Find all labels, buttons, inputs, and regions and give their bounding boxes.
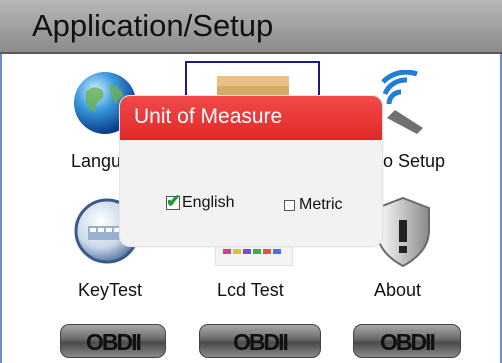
metric-checkbox[interactable] — [284, 199, 295, 211]
obd-button-2[interactable]: OBDII — [199, 324, 321, 358]
checkmark-icon: ✔ — [166, 191, 182, 211]
english-label: English — [182, 194, 235, 211]
unit-of-measure-dialog: Unit of Measure ✔ English Metric — [120, 96, 382, 246]
keytest-label: KeyTest — [78, 280, 143, 300]
lcd-test-label: Lcd Test — [217, 280, 284, 300]
title-bar: Application/Setup — [0, 0, 502, 54]
english-checkbox[interactable]: ✔ — [166, 191, 181, 211]
lcd-icon[interactable] — [214, 243, 294, 271]
dialog-title: Unit of Measure — [134, 105, 283, 128]
metric-label: Metric — [299, 196, 343, 213]
english-option[interactable]: ✔ English — [166, 191, 235, 212]
obd-button-3[interactable]: OBDII — [353, 324, 461, 358]
obd-button-2-label: OBDII — [233, 329, 289, 355]
metric-option[interactable]: Metric — [284, 196, 343, 214]
about-label: About — [374, 280, 422, 300]
language-label: Langu — [71, 151, 122, 171]
wireless-icon[interactable] — [375, 69, 435, 145]
page-title: Application/Setup — [32, 8, 274, 43]
obd-button-1-label: OBDII — [86, 329, 142, 355]
dialog-header: Unit of Measure — [120, 96, 382, 140]
obd-button-1[interactable]: OBDII — [60, 324, 166, 358]
obd-button-3-label: OBDII — [380, 329, 436, 355]
setup-label: o Setup — [383, 151, 446, 171]
